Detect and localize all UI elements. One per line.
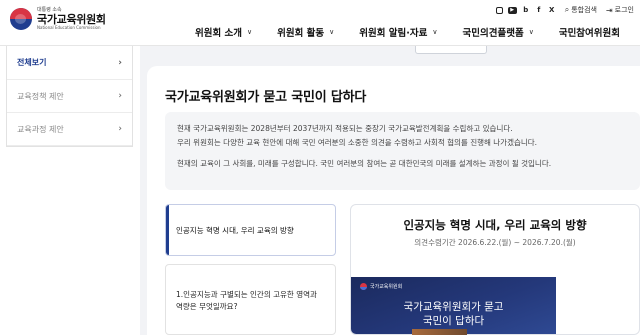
sidebar-item-policy-proposal[interactable]: 교육정책 제안 ›	[7, 80, 132, 113]
question-tab-active[interactable]: 인공지능 혁명 시대, 우리 교육의 방향	[165, 204, 336, 256]
banner-headline: 국가교육위원회가 묻고 국민이 답하다	[351, 300, 556, 328]
banner-headline-line: 국가교육위원회가 묻고	[403, 301, 504, 313]
nav-item-notice[interactable]: 위원회 알림·자료 ∨	[359, 25, 437, 39]
nav-item-opinion-platform[interactable]: 국민의견플랫폼 ∨	[463, 25, 534, 39]
nav-item-about[interactable]: 위원회 소개 ∨	[195, 25, 252, 39]
blog-icon[interactable]: b	[522, 6, 530, 14]
utility-bar: ▶ b f X ⌕ 통합검색 ⇥ 로그인	[495, 4, 634, 16]
nav-item-activity[interactable]: 위원회 활동 ∨	[277, 25, 334, 39]
chevron-right-icon: ›	[118, 57, 122, 68]
search-icon: ⌕	[564, 5, 570, 14]
search-label: 통합검색	[571, 6, 597, 14]
question-tab[interactable]: 1.인공지능과 구별되는 인간의 고유한 영역과 역량은 무엇일까요?	[165, 264, 336, 335]
instagram-icon[interactable]	[495, 6, 503, 14]
banner-headline-line: 국민이 답하다	[422, 315, 485, 327]
featured-topic-title: 인공지능 혁명 시대, 우리 교육의 방향	[403, 218, 587, 232]
chevron-right-icon: ›	[118, 91, 122, 101]
nav-label: 위원회 소개	[195, 28, 243, 39]
login-icon: ⇥	[605, 5, 613, 15]
sidebar-item-label: 전체보기	[17, 58, 47, 67]
sidebar-item-all[interactable]: 전체보기 ›	[7, 46, 132, 80]
nav-item-citizen-committee[interactable]: 국민참여위원회	[559, 25, 620, 39]
opinion-period: 의견수렴기간 2026.6.22.(월) ~ 2026.7.20.(월)	[414, 238, 576, 247]
intro-box: 현재 국가교육위원회는 2028년부터 2037년까지 적용되는 중장기 국가교…	[165, 112, 640, 190]
search-button[interactable]: ⌕ 통합검색	[565, 5, 597, 15]
nav-label: 위원회 알림·자료	[359, 28, 428, 39]
chevron-down-icon: ∨	[329, 28, 335, 36]
intro-text: 우리 위원회는 다양한 교육 현안에 대해 국민 여러분의 소중한 의견을 수렴…	[177, 138, 538, 147]
youtube-icon[interactable]: ▶	[507, 6, 517, 14]
emblem-icon	[360, 283, 367, 290]
sidebar-item-curriculum-proposal[interactable]: 교육과정 제안 ›	[7, 113, 132, 146]
x-icon[interactable]: X	[548, 6, 556, 14]
question-tab-label: 1.인공지능과 구별되는 인간의 고유한 영역과	[176, 290, 317, 299]
sidebar-item-label: 교육정책 제안	[17, 91, 64, 101]
banner-logo-text: 국가교육위원회	[370, 284, 403, 290]
topic-banner-image: 국가교육위원회 국가교육위원회가 묻고 국민이 답하다	[351, 277, 556, 334]
featured-topic-card[interactable]: 인공지능 혁명 시대, 우리 교육의 방향 의견수렴기간 2026.6.22.(…	[350, 204, 640, 335]
banner-logo: 국가교육위원회	[360, 283, 402, 290]
facebook-icon[interactable]: f	[535, 6, 543, 14]
side-image-peek	[412, 329, 467, 335]
nav-label: 국민의견플랫폼	[462, 28, 524, 39]
intro-text: 현재의 교육이 그 사회를, 미래를 구성합니다. 국민 여러분의 참여는 곧 …	[177, 159, 552, 168]
site-header: 대통령 소속 국가교육위원회 National Education Commis…	[0, 0, 640, 46]
nav-label: 국민참여위원회	[558, 28, 621, 39]
content-card: 국가교육위원회가 묻고 국민이 답하다 현재 국가교육위원회는 2028년부터 …	[147, 66, 640, 335]
question-tab-label: 인공지능 혁명 시대, 우리 교육의 방향	[176, 225, 294, 235]
sidebar: 전체보기 › 교육정책 제안 › 교육과정 제안 ›	[6, 46, 133, 147]
page-title: 국가교육위원회가 묻고 국민이 답하다	[165, 90, 367, 105]
main-nav: 위원회 소개 ∨ 위원회 활동 ∨ 위원회 알림·자료 ∨ 국민의견플랫폼 ∨ 국민참여…	[195, 22, 640, 42]
logo-english: National Education Commission	[37, 25, 101, 30]
chevron-down-icon: ∨	[432, 28, 438, 36]
login-label: 로그인	[614, 6, 634, 14]
active-indicator	[166, 205, 169, 255]
site-logo[interactable]: 대통령 소속 국가교육위원회 National Education Commis…	[10, 8, 106, 30]
chevron-down-icon: ∨	[247, 28, 253, 36]
emblem-icon	[10, 8, 32, 30]
top-tab-strip	[415, 46, 487, 54]
chevron-right-icon: ›	[118, 124, 122, 134]
nav-label: 위원회 활동	[277, 28, 325, 39]
intro-text: 현재 국가교육위원회는 2028년부터 2037년까지 적용되는 중장기 국가교…	[177, 124, 513, 133]
chevron-down-icon: ∨	[528, 28, 534, 36]
login-button[interactable]: ⇥ 로그인	[606, 5, 634, 15]
logo-title: 국가교육위원회	[37, 13, 106, 26]
question-tab-label: 역량은 무엇일까요?	[176, 302, 238, 311]
sidebar-item-label: 교육과정 제안	[17, 124, 64, 134]
